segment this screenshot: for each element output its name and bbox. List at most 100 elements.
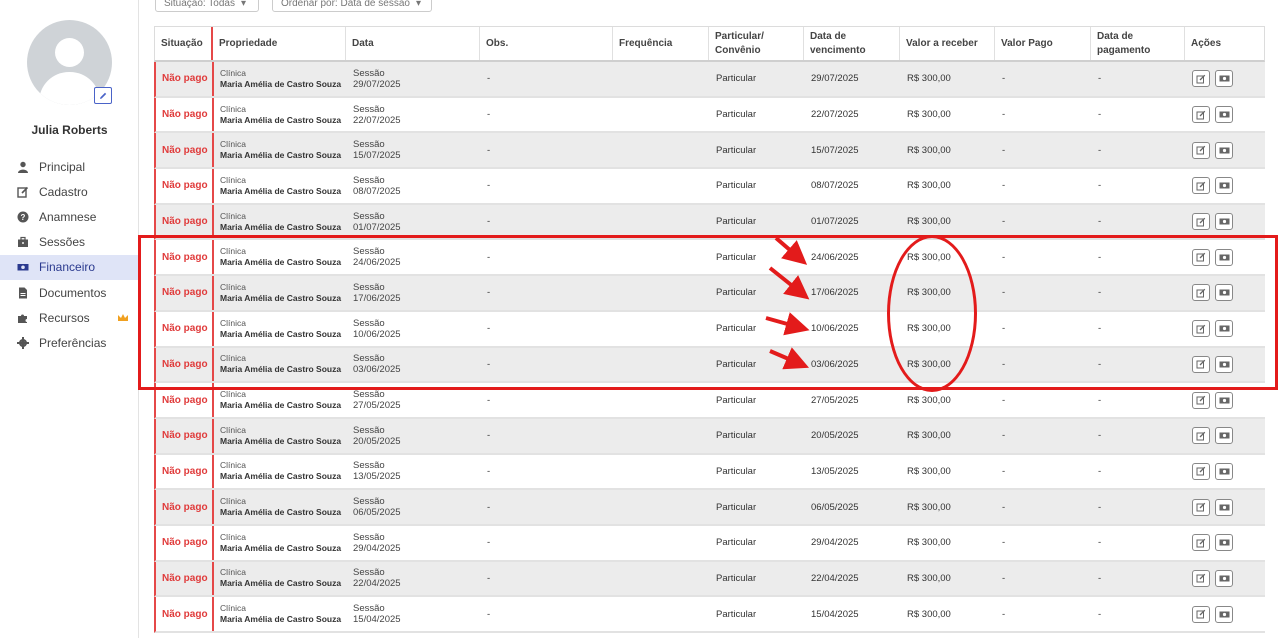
table-row[interactable]: Não pago Clínica Maria Amélia de Castro So… xyxy=(154,169,1265,205)
session-date: 15/07/2025 xyxy=(353,150,401,162)
sidebar-item-cadastro[interactable]: Cadastro xyxy=(0,179,139,204)
payment-button[interactable] xyxy=(1215,605,1233,623)
edit-button[interactable] xyxy=(1192,177,1210,195)
edit-button[interactable] xyxy=(1192,141,1210,159)
edit-button[interactable] xyxy=(1192,534,1210,552)
sidebar-item-anamnese[interactable]: ? Anamnese xyxy=(0,204,139,229)
payment-button[interactable] xyxy=(1215,320,1233,338)
edit-icon xyxy=(1196,217,1206,227)
sidebar-item-documentos[interactable]: Documentos xyxy=(0,280,139,305)
amount-due-cell: R$ 300,00 xyxy=(907,465,951,477)
patient-name: Maria Amélia de Castro Souza xyxy=(220,614,342,625)
edit-button[interactable] xyxy=(1192,355,1210,373)
patient-name: Maria Amélia de Castro Souza xyxy=(220,78,342,89)
payment-button[interactable] xyxy=(1215,569,1233,587)
payment-button[interactable] xyxy=(1215,391,1233,409)
payment-button[interactable] xyxy=(1215,462,1233,480)
sidebar-item-recursos[interactable]: Recursos xyxy=(0,305,139,330)
edit-icon xyxy=(1196,253,1206,262)
table-row[interactable]: Não pago Clínica Maria Amélia de Castro So… xyxy=(154,62,1265,98)
payment-button[interactable] xyxy=(1215,284,1233,302)
edit-button[interactable] xyxy=(1192,284,1210,302)
column-header-valor-receber: Valor a receber xyxy=(900,27,995,60)
edit-button[interactable] xyxy=(1192,462,1210,480)
property-type: Clínica xyxy=(220,103,246,114)
payment-button[interactable] xyxy=(1215,106,1233,124)
table-row[interactable]: Não pago Clínica Maria Amélia de Castro So… xyxy=(154,525,1265,562)
session-info: Sessão 20/05/2025 xyxy=(353,425,401,447)
table-row[interactable]: Não pago Clínica Maria Amélia de Castro So… xyxy=(154,240,1265,277)
table-row[interactable]: Não pago Clínica Maria Amélia de Castro So… xyxy=(154,311,1265,348)
payment-button[interactable] xyxy=(1215,141,1233,159)
patient-name: Maria Amélia de Castro Souza xyxy=(220,364,342,375)
table-row[interactable]: Não pago Clínica Maria Amélia de Castro So… xyxy=(154,97,1265,134)
edit-button[interactable] xyxy=(1192,498,1210,516)
property-type: Clínica xyxy=(220,174,246,185)
status-cell: Não pago xyxy=(156,204,214,239)
property-type: Clínica xyxy=(220,389,246,400)
status-cell: Não pago xyxy=(156,490,214,524)
edit-button[interactable] xyxy=(1192,213,1210,231)
table-row[interactable]: Não pago Clínica Maria Amélia de Castro So… xyxy=(154,276,1265,312)
payment-button[interactable] xyxy=(1215,355,1233,373)
table-row[interactable]: Não pago Clínica Maria Amélia de Castro So… xyxy=(154,133,1265,170)
obs-cell: - xyxy=(487,465,491,477)
due-date-cell: 22/04/2025 xyxy=(811,572,859,584)
session-info: Sessão 24/06/2025 xyxy=(353,246,401,268)
payment-button[interactable] xyxy=(1215,498,1233,516)
table-row[interactable]: Não pago Clínica Maria Amélia de Castro So… xyxy=(154,454,1265,491)
session-info: Sessão 10/06/2025 xyxy=(353,318,401,340)
payment-date-cell: - xyxy=(1098,394,1102,406)
edit-button[interactable] xyxy=(1192,605,1210,623)
table-row[interactable]: Não pago Clínica Maria Amélia de Castro So… xyxy=(154,490,1265,526)
avatar-edit-button[interactable] xyxy=(94,87,112,104)
table-row[interactable]: Não pago Clínica Maria Amélia de Castro So… xyxy=(154,561,1265,598)
property-info: Clínica Maria Amélia de Castro Souza xyxy=(220,496,341,518)
edit-button[interactable] xyxy=(1192,427,1210,445)
edit-icon xyxy=(1196,181,1206,191)
patient-name: Maria Amélia de Castro Souza xyxy=(220,114,342,125)
property-type: Clínica xyxy=(220,246,246,257)
payment-button[interactable] xyxy=(1215,248,1233,266)
sidebar-item-preferencias[interactable]: Preferências xyxy=(0,330,139,355)
edit-button[interactable] xyxy=(1192,391,1210,409)
payment-date-cell: - xyxy=(1098,430,1102,442)
status-badge: Não pago xyxy=(162,501,208,513)
sidebar-item-financeiro[interactable]: Financeiro xyxy=(0,254,139,280)
table-row[interactable]: Não pago Clínica Maria Amélia de Castro So… xyxy=(154,418,1265,455)
payment-button[interactable] xyxy=(1215,70,1233,88)
payment-type-cell: Particular xyxy=(716,216,757,228)
status-badge: Não pago xyxy=(162,358,208,370)
payment-date-cell: - xyxy=(1098,251,1102,263)
sidebar-item-principal[interactable]: Principal xyxy=(0,154,139,179)
property-cell: Clínica Maria Amélia de Castro Souza xyxy=(214,419,347,453)
edit-button[interactable] xyxy=(1192,320,1210,338)
edit-button[interactable] xyxy=(1192,70,1210,88)
edit-icon xyxy=(1196,360,1206,369)
session-info: Sessão 22/04/2025 xyxy=(353,567,401,589)
property-type: Clínica xyxy=(220,210,246,221)
payment-button[interactable] xyxy=(1215,534,1233,552)
due-date-cell: 03/06/2025 xyxy=(811,358,859,370)
ordenar-filter[interactable]: Ordenar por: Data de sessão ▾ xyxy=(272,0,432,12)
session-date: 08/07/2025 xyxy=(353,185,401,197)
actions-cell xyxy=(1186,348,1263,382)
payment-type-cell: Particular xyxy=(716,109,757,121)
edit-button[interactable] xyxy=(1192,569,1210,587)
column-header-obs: Obs. xyxy=(480,27,613,60)
payment-button[interactable] xyxy=(1215,427,1233,445)
edit-button[interactable] xyxy=(1192,106,1210,124)
sidebar-item-sessoes[interactable]: Sessões xyxy=(0,230,139,255)
table-row[interactable]: Não pago Clínica Maria Amélia de Castro So… xyxy=(154,347,1265,384)
user-icon xyxy=(17,161,29,173)
table-row[interactable]: Não pago Clínica Maria Amélia de Castro So… xyxy=(154,597,1265,633)
property-cell: Clínica Maria Amélia de Castro Souza xyxy=(214,62,347,96)
amount-paid-cell: - xyxy=(1002,572,1006,584)
situacao-filter[interactable]: Situação: Todas ▾ xyxy=(155,0,259,12)
session-info: Sessão 15/07/2025 xyxy=(353,139,401,161)
payment-button[interactable] xyxy=(1215,177,1233,195)
edit-button[interactable] xyxy=(1192,248,1210,266)
payment-button[interactable] xyxy=(1215,213,1233,231)
table-row[interactable]: Não pago Clínica Maria Amélia de Castro So… xyxy=(154,204,1265,241)
table-row[interactable]: Não pago Clínica Maria Amélia de Castro So… xyxy=(154,383,1265,419)
